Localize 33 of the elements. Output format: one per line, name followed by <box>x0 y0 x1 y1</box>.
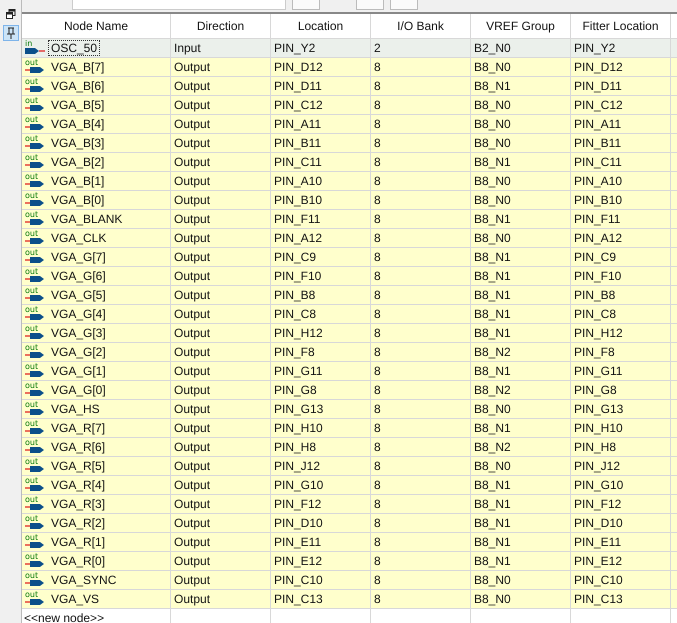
node-name-cell[interactable]: VGA_B[0] <box>48 192 108 208</box>
node-name-cell[interactable]: OSC_50 <box>48 40 100 56</box>
node-name-cell[interactable]: VGA_R[5] <box>48 458 108 474</box>
pin-icon[interactable] <box>2 25 18 41</box>
node-name-cell[interactable]: VGA_G[1] <box>48 363 109 379</box>
node-name-cell[interactable]: VGA_R[7] <box>48 420 108 436</box>
node-name-cell[interactable]: VGA_BLANK <box>48 211 126 227</box>
new-node-cell[interactable]: <<new node>> <box>22 609 171 623</box>
node-name-cell[interactable]: VGA_G[5] <box>48 287 109 303</box>
node-name-cell[interactable]: VGA_R[0] <box>48 553 108 569</box>
node-name-cell[interactable]: VGA_B[7] <box>48 59 108 75</box>
node-name-cell[interactable]: VGA_B[1] <box>48 173 108 189</box>
node-name-cell[interactable]: VGA_B[2] <box>48 154 108 170</box>
node-name-cell[interactable]: VGA_R[1] <box>48 534 108 550</box>
node-name-cell[interactable]: VGA_CLK <box>48 230 110 246</box>
node-name-cell[interactable]: VGA_B[4] <box>48 116 108 132</box>
restore-window-icon[interactable] <box>4 7 18 21</box>
node-name-cell[interactable]: VGA_B[6] <box>48 78 108 94</box>
node-name-cell[interactable]: VGA_R[2] <box>48 515 108 531</box>
node-name-cell[interactable]: VGA_B[5] <box>48 97 108 113</box>
node-name-cell[interactable]: VGA_G[4] <box>48 306 109 322</box>
node-name-cell[interactable]: VGA_VS <box>48 591 102 607</box>
node-name-cell[interactable]: VGA_R[3] <box>48 496 108 512</box>
node-name-cell[interactable]: VGA_G[2] <box>48 344 109 360</box>
node-name-cell[interactable]: VGA_G[3] <box>48 325 109 341</box>
node-name-cell[interactable]: VGA_B[3] <box>48 135 108 151</box>
node-name-cell[interactable]: VGA_SYNC <box>48 572 120 588</box>
node-name-cell[interactable]: VGA_G[7] <box>48 249 109 265</box>
node-name-cell[interactable]: VGA_R[6] <box>48 439 108 455</box>
node-name-cell[interactable]: VGA_R[4] <box>48 477 108 493</box>
node-name-cell[interactable]: VGA_HS <box>48 401 103 417</box>
node-name-cell[interactable]: VGA_G[0] <box>48 382 109 398</box>
node-name-cell[interactable]: VGA_G[6] <box>48 268 109 284</box>
